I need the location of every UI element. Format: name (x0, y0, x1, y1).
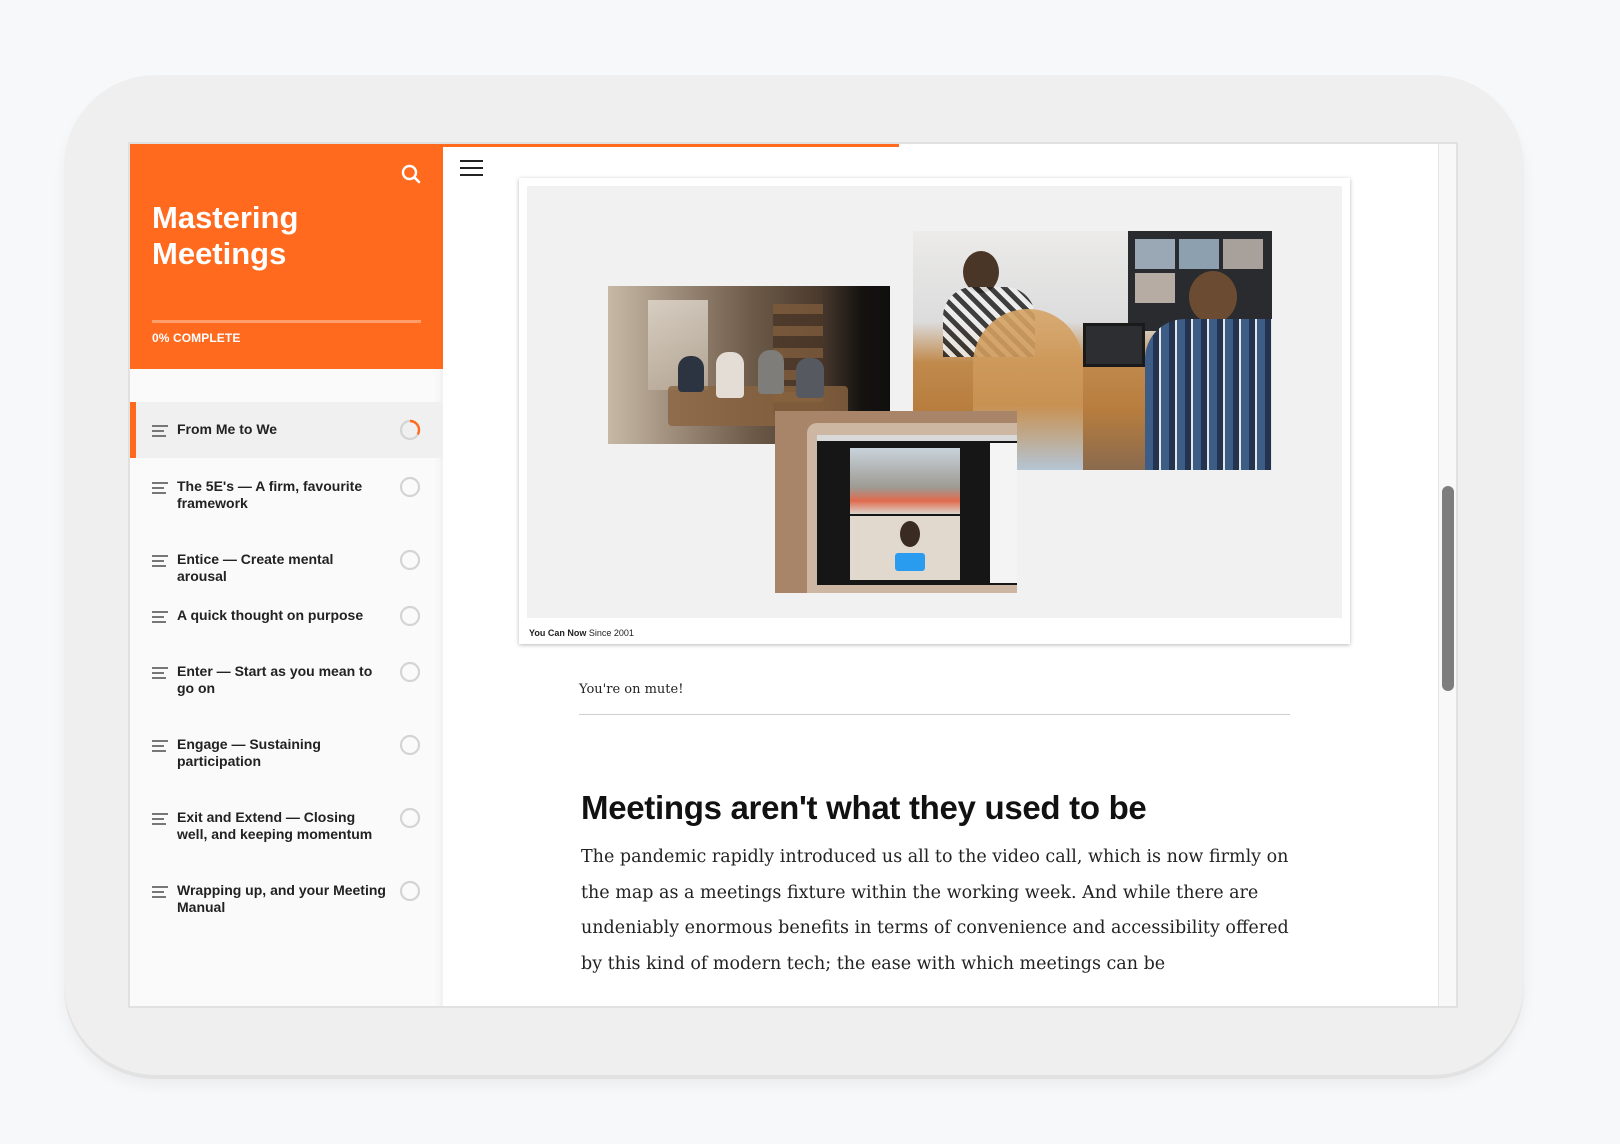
progress-ring-icon (399, 419, 421, 441)
lesson-label: Engage — Sustaining participation (177, 736, 321, 769)
reading-progress-bar (443, 144, 899, 147)
lesson-item[interactable]: Exit and Extend — Closing well, and keep… (130, 789, 443, 862)
search-button[interactable] (399, 162, 423, 186)
lesson-text-icon (152, 667, 168, 682)
lesson-item[interactable]: Entice — Create mental arousal (130, 531, 443, 587)
incomplete-circle-icon (399, 880, 421, 902)
section-divider (579, 714, 1290, 715)
article-body: The pandemic rapidly introduced us all t… (581, 847, 1289, 974)
content-scrollbar[interactable] (1438, 144, 1456, 1006)
laptop-video-call-photo (775, 411, 1017, 593)
image-figure: You Can Now Since 2001 (519, 178, 1350, 644)
lesson-text-icon (152, 482, 168, 497)
incomplete-circle-icon (399, 605, 421, 627)
app-screen: Mastering Meetings 0% COMPLETE From Me t… (128, 142, 1458, 1008)
image-caption: You Can Now Since 2001 (529, 628, 634, 638)
lesson-text-icon (152, 813, 168, 828)
lesson-text-icon (152, 555, 168, 570)
lesson-item[interactable]: Wrapping up, and your Meeting Manual (130, 862, 443, 935)
lesson-content: You Can Now Since 2001 You're on mute! M… (443, 144, 1456, 1006)
lesson-label: The 5E's — A firm, favourite framework (177, 478, 363, 511)
lesson-text-icon (152, 425, 168, 440)
lesson-list: From Me to We The 5E's — A firm, favourit… (130, 402, 443, 935)
incomplete-circle-icon (399, 549, 421, 571)
article-title: Meetings aren't what they used to be (581, 789, 1147, 826)
lesson-label: Entice — Create mental arousal (177, 551, 334, 584)
course-header: Mastering Meetings 0% COMPLETE (130, 144, 443, 369)
course-progress-bar (152, 320, 421, 323)
lesson-text-icon (152, 740, 168, 755)
lesson-item[interactable]: Engage — Sustaining participation (130, 716, 443, 789)
scrollbar-thumb[interactable] (1442, 485, 1454, 691)
search-icon (401, 164, 421, 184)
incomplete-circle-icon (399, 661, 421, 683)
course-progress-label: 0% COMPLETE (152, 331, 241, 345)
lesson-item[interactable]: From Me to We (130, 402, 443, 458)
lesson-text-icon (152, 611, 168, 626)
lesson-item[interactable]: A quick thought on purpose (130, 587, 443, 643)
hamburger-menu-icon (460, 160, 483, 176)
lesson-item[interactable]: The 5E's — A firm, favourite framework (130, 458, 443, 531)
image-subcaption: You're on mute! (579, 682, 684, 697)
lesson-text-icon (152, 886, 168, 901)
lesson-label: From Me to We (177, 421, 278, 437)
lesson-label: A quick thought on purpose (177, 607, 364, 623)
menu-button[interactable] (460, 160, 483, 178)
lesson-label: Enter — Start as you mean to go on (177, 663, 373, 696)
lesson-label: Wrapping up, and your Meeting Manual (177, 882, 386, 915)
incomplete-circle-icon (399, 807, 421, 829)
incomplete-circle-icon (399, 734, 421, 756)
incomplete-circle-icon (399, 476, 421, 498)
lesson-label: Exit and Extend — Closing well, and keep… (177, 809, 373, 842)
lesson-item[interactable]: Enter — Start as you mean to go on (130, 643, 443, 716)
image-collage (527, 186, 1342, 618)
course-sidebar: Mastering Meetings 0% COMPLETE From Me t… (130, 144, 443, 1006)
course-title: Mastering Meetings (152, 200, 299, 271)
